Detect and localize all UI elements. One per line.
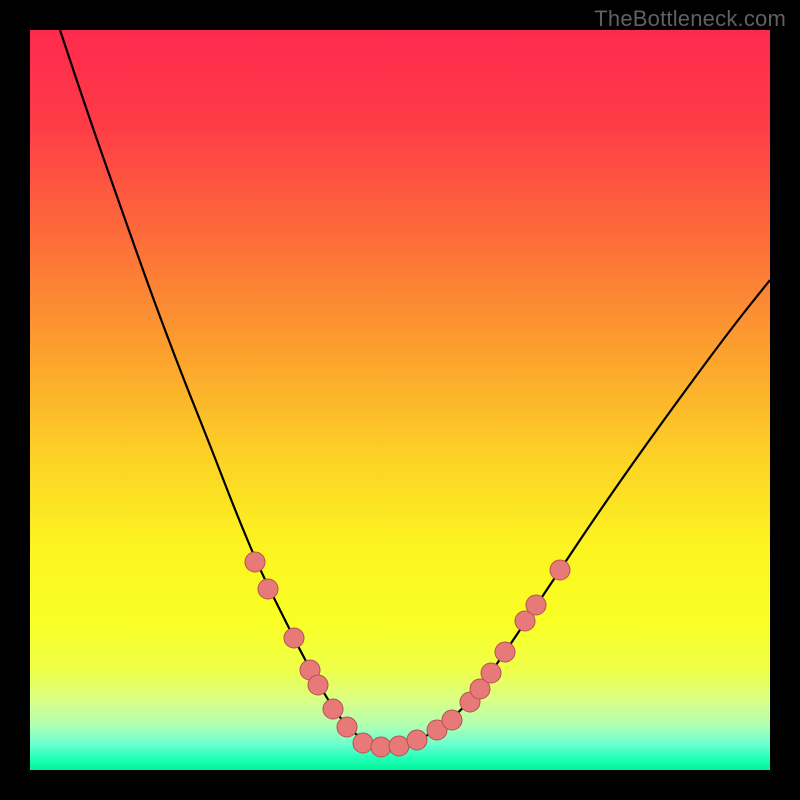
data-dot [371, 737, 391, 757]
gradient-background [30, 30, 770, 770]
data-dot [495, 642, 515, 662]
data-dot [308, 675, 328, 695]
watermark-text: TheBottleneck.com [594, 6, 786, 32]
data-dot [258, 579, 278, 599]
plot-area [30, 30, 770, 770]
data-dot [389, 736, 409, 756]
data-dot [550, 560, 570, 580]
data-dot [442, 710, 462, 730]
data-dot [407, 730, 427, 750]
data-dot [353, 733, 373, 753]
data-dot [337, 717, 357, 737]
data-dot [526, 595, 546, 615]
data-dot [481, 663, 501, 683]
chart-frame: TheBottleneck.com [0, 0, 800, 800]
plot-svg [30, 30, 770, 770]
data-dot [284, 628, 304, 648]
data-dot [245, 552, 265, 572]
data-dot [323, 699, 343, 719]
